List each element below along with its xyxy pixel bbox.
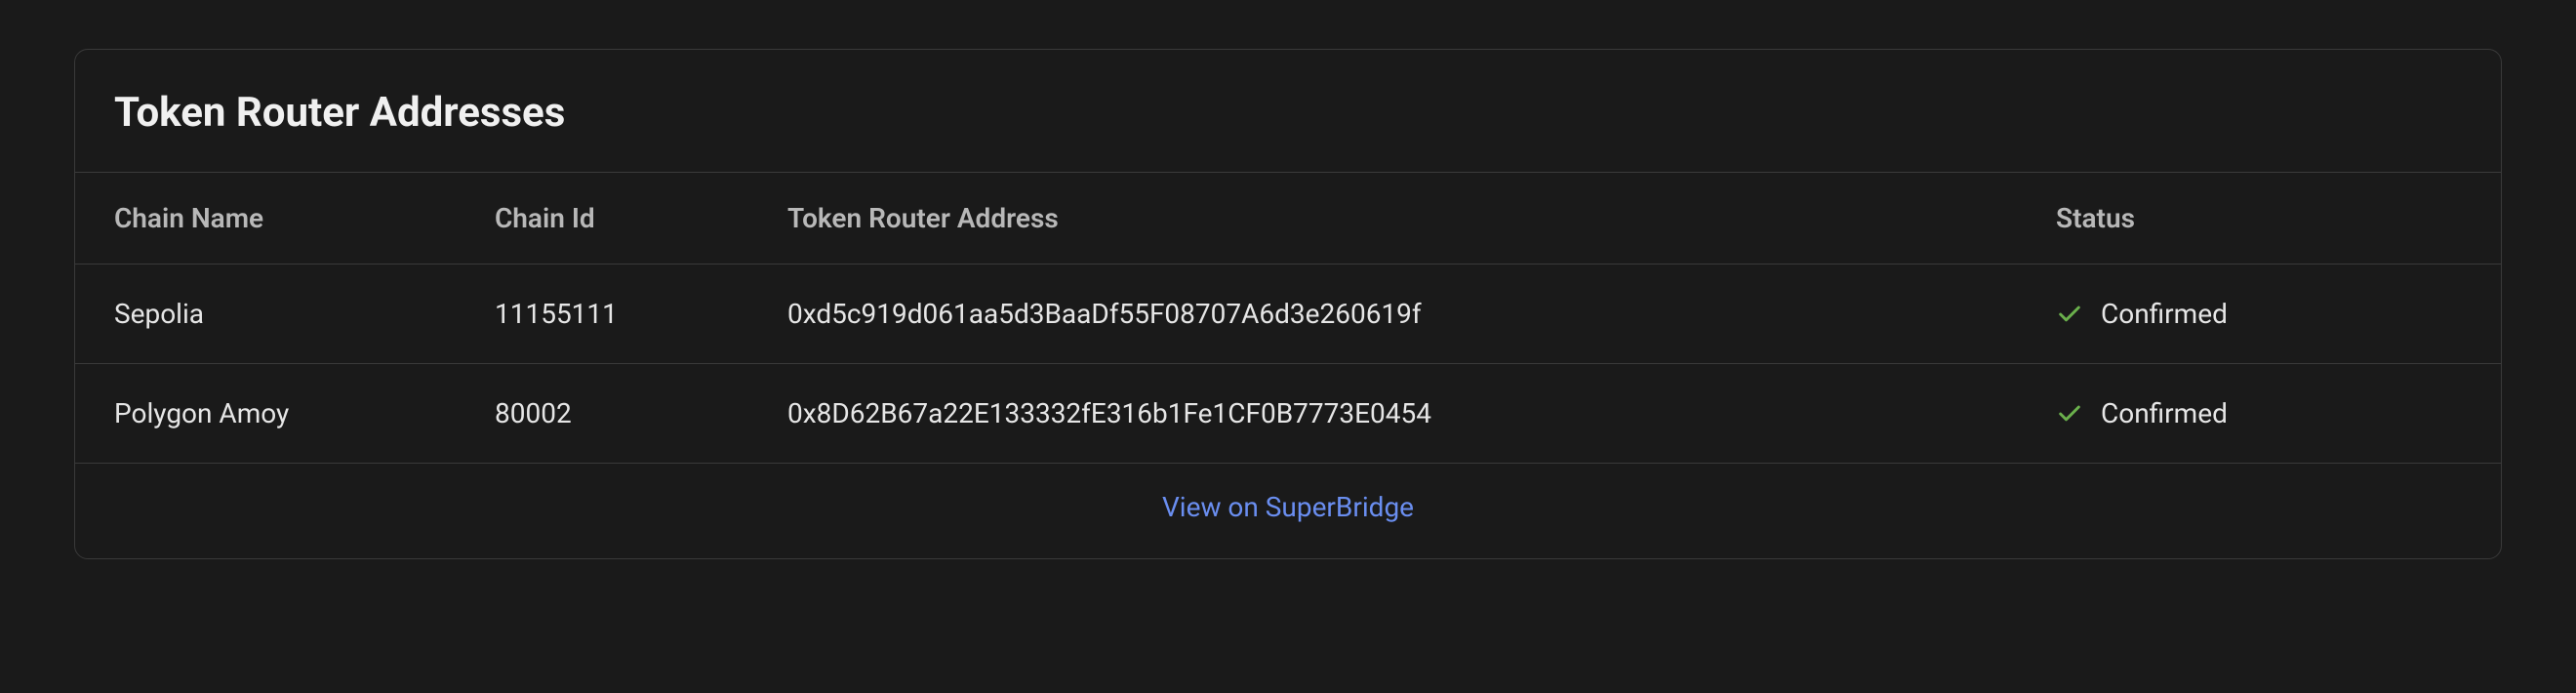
header-address: Token Router Address <box>787 173 2056 265</box>
cell-address: 0x8D62B67a22E133332fE316b1Fe1CF0B7773E04… <box>787 364 2056 464</box>
header-status: Status <box>2056 173 2501 265</box>
status-label: Confirmed <box>2101 298 2228 330</box>
cell-status: Confirmed <box>2056 265 2501 364</box>
check-icon <box>2056 301 2083 328</box>
cell-status: Confirmed <box>2056 364 2501 464</box>
table-header-row: Chain Name Chain Id Token Router Address… <box>75 173 2501 265</box>
addresses-table: Chain Name Chain Id Token Router Address… <box>75 172 2501 464</box>
view-superbridge-link[interactable]: View on SuperBridge <box>1162 491 1414 523</box>
header-chain-id: Chain Id <box>495 173 787 265</box>
cell-chain-id: 80002 <box>495 364 787 464</box>
header-chain-name: Chain Name <box>75 173 495 265</box>
cell-chain-name: Sepolia <box>75 265 495 364</box>
cell-chain-id: 11155111 <box>495 265 787 364</box>
check-icon <box>2056 400 2083 428</box>
cell-chain-name: Polygon Amoy <box>75 364 495 464</box>
card-title: Token Router Addresses <box>75 50 2501 172</box>
cell-address: 0xd5c919d061aa5d3BaaDf55F08707A6d3e26061… <box>787 265 2056 364</box>
status-label: Confirmed <box>2101 397 2228 429</box>
card-footer: View on SuperBridge <box>75 464 2501 558</box>
table-row: Sepolia 11155111 0xd5c919d061aa5d3BaaDf5… <box>75 265 2501 364</box>
token-router-card: Token Router Addresses Chain Name Chain … <box>74 49 2502 559</box>
table-row: Polygon Amoy 80002 0x8D62B67a22E133332fE… <box>75 364 2501 464</box>
